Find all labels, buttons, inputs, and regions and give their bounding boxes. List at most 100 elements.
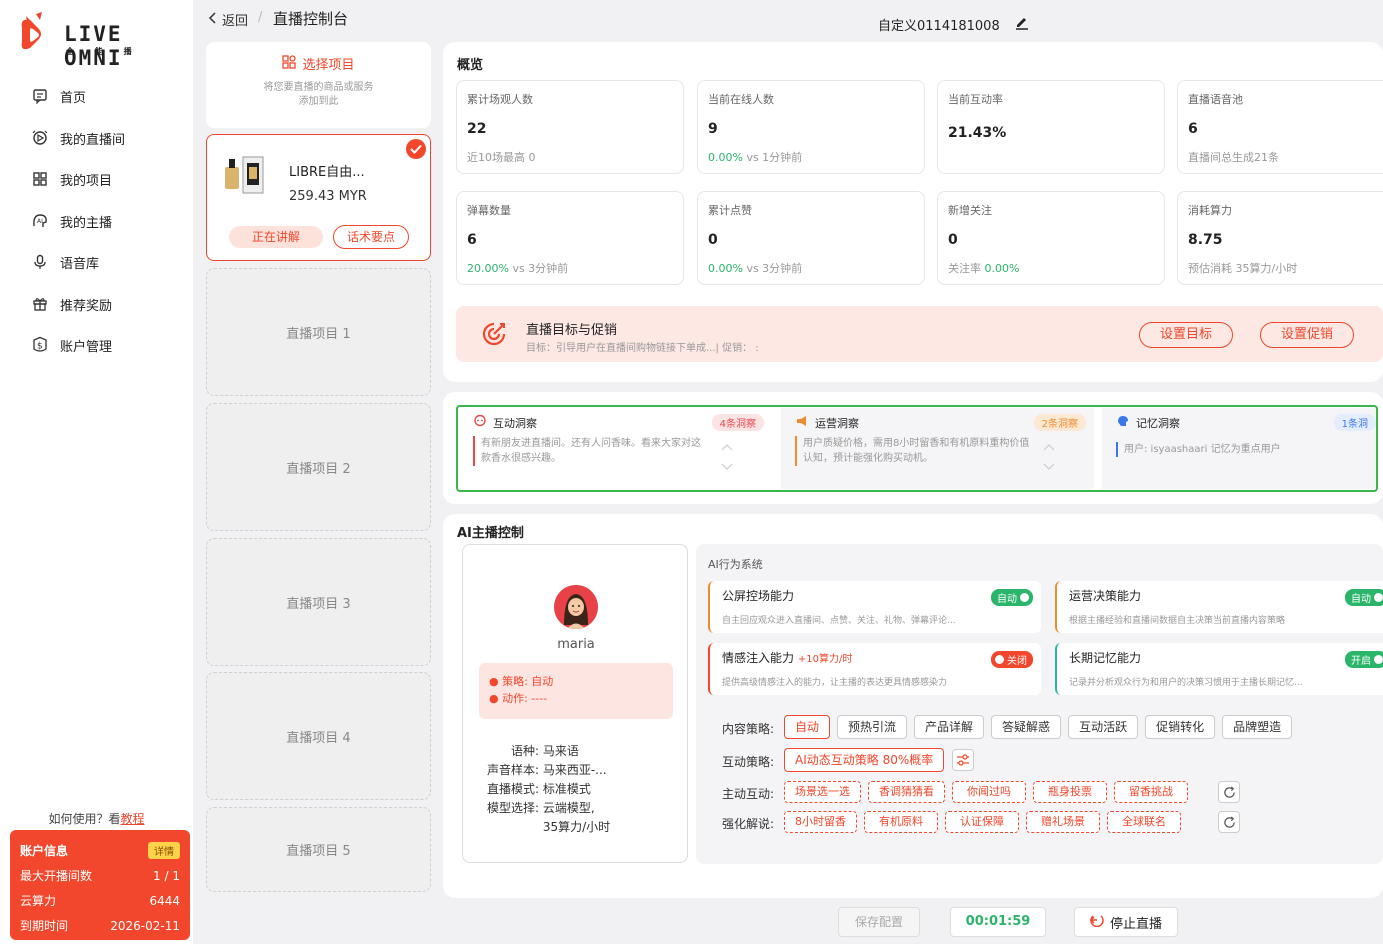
enhance-chip[interactable]: 有机原料 xyxy=(864,811,938,833)
stop-live-label: 停止直播 xyxy=(1109,916,1162,932)
enhance-chip[interactable]: 全球联名 xyxy=(1107,811,1181,833)
overview-title: 概览 xyxy=(457,58,484,73)
refresh-icon[interactable] xyxy=(1218,811,1240,833)
anchor-action: ● 动作: ---- xyxy=(489,692,548,705)
content-chip[interactable]: 自动 xyxy=(784,715,831,739)
stat-change: 0.00% xyxy=(984,262,1020,275)
product-card[interactable]: LIBRE自由... 259.43 MYR 正在讲解 话术要点 xyxy=(206,134,431,261)
talking-points-button[interactable]: 话术要点 xyxy=(333,225,409,249)
sidebar: LIVE OMNI 全 能 播 首页 我的直播间 我的项目 AI 我的主播 语音… xyxy=(0,0,193,944)
stat-sub-text: 关注率 xyxy=(948,262,985,275)
stop-live-button[interactable]: 停止直播 xyxy=(1074,907,1178,937)
nav-label: 账户管理 xyxy=(60,339,113,355)
nav-item-live-room[interactable]: 我的直播间 xyxy=(30,124,125,152)
save-config-button[interactable]: 保存配置 xyxy=(838,907,920,937)
ability-title: 运营决策能力 xyxy=(1069,589,1142,603)
goal-desc: 目标：引导用户在直播间购物链接下单成...| 促销： : xyxy=(526,343,759,354)
tutorial-link[interactable]: 教程 xyxy=(121,812,145,826)
enhance-chip[interactable]: 赠礼场景 xyxy=(1026,811,1100,833)
product-image xyxy=(221,153,269,199)
nav-item-voice-library[interactable]: 语音库 xyxy=(30,248,99,276)
nav-label: 我的主播 xyxy=(60,215,113,231)
interaction-strategy-select[interactable]: AI动态互动策略 80%概率 xyxy=(784,748,945,772)
stat-card: 新增关注 0 关注率 0.00% xyxy=(937,191,1165,285)
interaction-strategy-label: 互动策略: xyxy=(722,755,775,769)
active-chip[interactable]: 留香挑战 xyxy=(1114,781,1188,803)
stat-sub: 近10场最高 0 xyxy=(467,149,673,165)
active-chip[interactable]: 场景选一选 xyxy=(784,781,861,803)
content-chip[interactable]: 品牌塑造 xyxy=(1222,715,1293,739)
anchor-status: ● 策略: 自动 ● 动作: ---- xyxy=(479,663,673,719)
enhance-chip[interactable]: 8小时留香 xyxy=(784,811,857,833)
nav-item-home[interactable]: 首页 xyxy=(30,82,86,110)
content-chip[interactable]: 互动活跃 xyxy=(1068,715,1139,739)
project-slot[interactable]: 直播项目 2 xyxy=(206,403,431,531)
anchor-info-row: 模型选择: 云端模型, xyxy=(479,799,595,816)
stat-card: 当前互动率 21.43% xyxy=(937,80,1165,174)
info-value: 马来西亚-... xyxy=(542,763,607,777)
content-chip[interactable]: 产品详解 xyxy=(914,715,985,739)
nav-label: 推荐奖励 xyxy=(60,298,113,314)
project-slot[interactable]: 直播项目 4 xyxy=(206,672,431,800)
active-interaction-label: 主动互动: xyxy=(722,787,775,801)
toggle-knob xyxy=(995,655,1004,664)
stat-sub-text: 近10场最高 0 xyxy=(467,151,536,164)
account-key: 到期时间 xyxy=(20,919,69,933)
edit-icon[interactable] xyxy=(1014,14,1030,33)
nav-label: 语音库 xyxy=(60,256,100,272)
anchor-info-row: 声音样本: 马来西亚-... xyxy=(479,761,607,778)
stat-value: 22 xyxy=(467,121,487,137)
toggle-label: 自动 xyxy=(1351,594,1371,605)
set-promo-button[interactable]: 设置促销 xyxy=(1260,322,1354,348)
anchor-persona-card: maria ● 策略: 自动 ● 动作: ---- 语种: 马来语 声音样本: … xyxy=(462,544,688,863)
nav-label: 首页 xyxy=(60,90,87,106)
stat-label: 新增关注 xyxy=(948,204,992,217)
ability-toggle[interactable]: 关闭 xyxy=(991,651,1033,668)
nav-label: 我的项目 xyxy=(60,173,113,189)
active-interaction-chips: 场景选一选 香调猜猜看 你闻过吗 瓶身投票 留香挑战 xyxy=(784,781,1188,803)
stat-label: 累计点赞 xyxy=(708,204,752,217)
stat-label: 直播语音池 xyxy=(1188,93,1243,106)
product-name: LIBRE自由... xyxy=(289,165,365,180)
ability-toggle[interactable]: 开启 xyxy=(1345,651,1383,668)
nav-item-account[interactable]: $ 账户管理 xyxy=(30,331,112,359)
toggle-label: 自动 xyxy=(997,594,1017,605)
enhance-chip[interactable]: 认证保障 xyxy=(945,811,1019,833)
stat-card: 累计场观人数 22 近10场最高 0 xyxy=(456,80,684,174)
nav-item-anchors[interactable]: AI 我的主播 xyxy=(30,207,112,235)
project-slot[interactable]: 直播项目 5 xyxy=(206,807,431,892)
ability-card: 长期记忆能力 记录并分析观众行为和用户的决策习惯用于主播长期记忆... 开启 xyxy=(1055,643,1383,695)
ability-toggle[interactable]: 自动 xyxy=(991,589,1033,606)
active-chip[interactable]: 你闻过吗 xyxy=(952,781,1026,803)
account-detail-button[interactable]: 详情 xyxy=(148,842,180,859)
content-chip[interactable]: 预热引流 xyxy=(837,715,908,739)
chevron-left-icon xyxy=(208,11,218,28)
ability-toggle[interactable]: 自动 xyxy=(1345,589,1383,606)
stat-sub: 关注率 0.00% xyxy=(948,260,1154,276)
ability-extra: +10算力/时 xyxy=(797,654,853,665)
stat-value: 6 xyxy=(467,232,477,248)
back-button[interactable]: 返回 xyxy=(208,10,248,29)
ability-desc: 记录并分析观众行为和用户的决策习惯用于主播长期记忆... xyxy=(1069,678,1303,688)
stat-value: 9 xyxy=(708,121,718,137)
active-chip[interactable]: 瓶身投票 xyxy=(1033,781,1107,803)
ability-title: 情感注入能力 xyxy=(722,651,795,665)
stat-value: 0 xyxy=(948,232,958,248)
sliders-icon[interactable] xyxy=(952,749,974,771)
content-chip[interactable]: 答疑解惑 xyxy=(991,715,1062,739)
live-timer: 00:01:59 xyxy=(950,907,1046,937)
stat-label: 当前互动率 xyxy=(948,93,1003,106)
set-goal-button[interactable]: 设置目标 xyxy=(1139,322,1233,348)
content-chip[interactable]: 促销转化 xyxy=(1145,715,1216,739)
live-explaining-button[interactable]: 正在讲解 xyxy=(229,226,323,248)
nav-item-rewards[interactable]: 推荐奖励 xyxy=(30,290,112,318)
stat-sub-text: 预估消耗 35算力/小时 xyxy=(1188,262,1298,275)
select-project-card[interactable]: 选择项目 将您要直播的商品或服务 添加到此 xyxy=(206,42,431,128)
active-chip[interactable]: 香调猜猜看 xyxy=(868,781,945,803)
project-slot[interactable]: 直播项目 3 xyxy=(206,538,431,666)
project-slot[interactable]: 直播项目 1 xyxy=(206,268,431,396)
enhanced-narration-label: 强化解说: xyxy=(722,817,775,831)
nav-item-projects[interactable]: 我的项目 xyxy=(30,165,112,193)
refresh-icon[interactable] xyxy=(1218,781,1240,803)
help-prefix: 如何使用？看 xyxy=(48,812,121,826)
